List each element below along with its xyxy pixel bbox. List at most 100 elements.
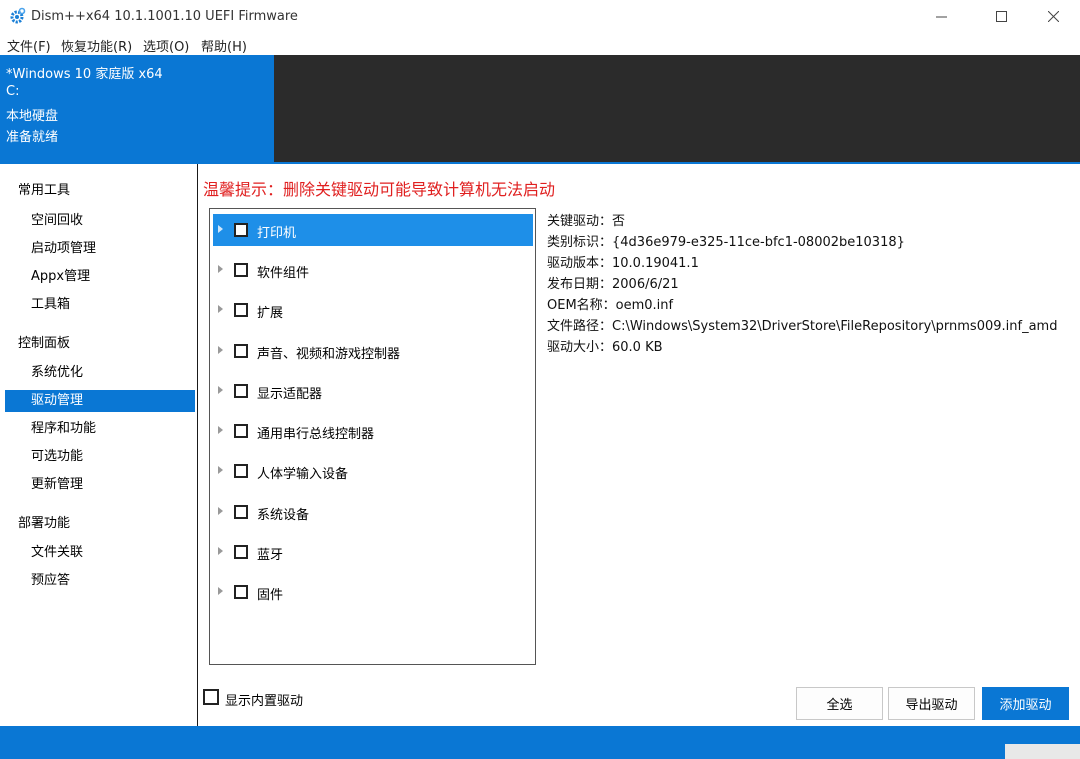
checkbox[interactable] — [234, 545, 248, 559]
tree-item-label: 通用串行总线控制器 — [257, 427, 375, 442]
checkbox[interactable] — [234, 424, 248, 438]
sidebar-item-label: 系统优化 — [31, 365, 84, 380]
minimize-button[interactable] — [918, 0, 964, 33]
tree-item-system-devices[interactable]: 系统设备 — [213, 496, 533, 528]
expand-arrow-icon[interactable] — [218, 587, 223, 595]
checkbox[interactable] — [234, 585, 248, 599]
sidebar-item-driver-management[interactable]: 驱动管理 — [5, 390, 195, 412]
checkbox[interactable] — [234, 223, 248, 237]
tree-item-software-components[interactable]: 软件组件 — [213, 254, 533, 286]
sidebar-item-toolbox[interactable]: 工具箱 — [5, 294, 195, 316]
select-all-button[interactable]: 全选 — [796, 687, 883, 720]
detail-critical: 关键驱动：否 — [547, 214, 626, 229]
window-title: Dism++x64 10.1.1001.10 UEFI Firmware — [31, 9, 298, 24]
sidebar-item-optional-features[interactable]: 可选功能 — [5, 446, 195, 468]
image-list-panel — [274, 55, 1080, 162]
menu-options[interactable]: 选项(O) — [143, 36, 189, 55]
gear-icon — [10, 7, 26, 24]
sidebar-item-appx[interactable]: Appx管理 — [5, 266, 195, 288]
close-icon — [1047, 11, 1059, 22]
expand-arrow-icon[interactable] — [218, 265, 223, 273]
expand-arrow-icon[interactable] — [218, 547, 223, 555]
detail-version: 驱动版本：10.0.19041.1 — [547, 256, 699, 271]
menu-bar: 文件(F) 恢复功能(R) 选项(O) 帮助(H) — [0, 33, 1080, 55]
driver-category-tree[interactable]: 打印机 软件组件 扩展 声音、视频和游戏控制器 显示适配器 通用串行总线控制器 … — [209, 208, 536, 665]
sidebar-item-label: 文件关联 — [31, 545, 84, 560]
tree-item-label: 人体学输入设备 — [257, 467, 349, 482]
checkbox[interactable] — [234, 384, 248, 398]
add-driver-button[interactable]: 添加驱动 — [982, 687, 1069, 720]
sidebar-item-label: 工具箱 — [31, 297, 71, 312]
sidebar-item-label: 驱动管理 — [31, 393, 84, 408]
expand-arrow-icon[interactable] — [218, 507, 223, 515]
tree-item-label: 声音、视频和游戏控制器 — [257, 347, 401, 362]
sidebar-item-system-optimize[interactable]: 系统优化 — [5, 362, 195, 384]
menu-recovery[interactable]: 恢复功能(R) — [61, 36, 132, 55]
status-bar — [0, 726, 1080, 759]
tree-item-extensions[interactable]: 扩展 — [213, 294, 533, 326]
sidebar-item-startup[interactable]: 启动项管理 — [5, 238, 195, 260]
tree-item-printer[interactable]: 打印机 — [213, 214, 533, 246]
group-common-tools: 常用工具 — [18, 183, 71, 198]
tree-item-usb-controllers[interactable]: 通用串行总线控制器 — [213, 415, 533, 447]
expand-arrow-icon[interactable] — [218, 225, 223, 233]
sidebar-item-file-association[interactable]: 文件关联 — [5, 542, 195, 564]
group-deployment: 部署功能 — [18, 516, 71, 531]
tree-item-label: 蓝牙 — [257, 548, 284, 563]
close-button[interactable] — [1030, 0, 1076, 33]
tree-item-label: 固件 — [257, 588, 284, 603]
sidebar-item-updates[interactable]: 更新管理 — [5, 474, 195, 496]
tree-item-label: 软件组件 — [257, 266, 310, 281]
sidebar-item-programs[interactable]: 程序和功能 — [5, 418, 195, 440]
sidebar-item-label: 更新管理 — [31, 477, 84, 492]
expand-arrow-icon[interactable] — [218, 426, 223, 434]
drive-letter: C: — [6, 84, 20, 99]
os-name: *Windows 10 家庭版 x64 — [6, 67, 163, 82]
checkbox[interactable] — [234, 344, 248, 358]
detail-file-path: 文件路径：C:\Windows\System32\DriverStore\Fil… — [547, 319, 1058, 334]
checkbox[interactable] — [234, 263, 248, 277]
resize-grip[interactable] — [1005, 744, 1080, 759]
expand-arrow-icon[interactable] — [218, 386, 223, 394]
warning-text: 温馨提示：删除关键驱动可能导致计算机无法启动 — [203, 180, 556, 199]
expand-arrow-icon[interactable] — [218, 305, 223, 313]
system-info-panel[interactable]: *Windows 10 家庭版 x64 C: 本地硬盘 准备就绪 — [0, 55, 274, 162]
sidebar-item-label: 空间回收 — [31, 213, 84, 228]
tree-item-hid[interactable]: 人体学输入设备 — [213, 455, 533, 487]
checkbox[interactable] — [234, 464, 248, 478]
tree-item-label: 系统设备 — [257, 508, 310, 523]
sidebar-item-label: 预应答 — [31, 573, 71, 588]
checkbox[interactable] — [203, 689, 219, 705]
tree-item-label: 显示适配器 — [257, 387, 323, 402]
export-drivers-button[interactable]: 导出驱动 — [888, 687, 975, 720]
tree-item-bluetooth[interactable]: 蓝牙 — [213, 536, 533, 568]
sidebar: 常用工具 空间回收 启动项管理 Appx管理 工具箱 控制面板 系统优化 驱动管… — [0, 164, 198, 726]
minimize-icon — [935, 16, 947, 18]
maximize-icon — [995, 11, 1007, 22]
status-text: 准备就绪 — [6, 130, 59, 145]
tree-item-sound-video-game[interactable]: 声音、视频和游戏控制器 — [213, 335, 533, 367]
checkbox[interactable] — [234, 505, 248, 519]
group-control-panel: 控制面板 — [18, 336, 71, 351]
detail-oem-name: OEM名称：oem0.inf — [547, 298, 674, 313]
detail-date: 发布日期：2006/6/21 — [547, 277, 679, 292]
sidebar-item-unattend[interactable]: 预应答 — [5, 570, 195, 592]
menu-file[interactable]: 文件(F) — [7, 36, 51, 55]
tree-item-label: 扩展 — [257, 306, 284, 321]
detail-size: 驱动大小：60.0 KB — [547, 340, 663, 355]
maximize-button[interactable] — [978, 0, 1024, 33]
checkbox[interactable] — [234, 303, 248, 317]
sidebar-item-label: 启动项管理 — [31, 241, 97, 256]
tree-item-firmware[interactable]: 固件 — [213, 576, 533, 608]
sidebar-item-label: Appx管理 — [31, 269, 91, 284]
expand-arrow-icon[interactable] — [218, 466, 223, 474]
sidebar-item-label: 可选功能 — [31, 449, 84, 464]
tree-item-display-adapters[interactable]: 显示适配器 — [213, 375, 533, 407]
sidebar-item-space-cleanup[interactable]: 空间回收 — [5, 210, 195, 232]
expand-arrow-icon[interactable] — [218, 346, 223, 354]
menu-help[interactable]: 帮助(H) — [201, 36, 247, 55]
disk-type: 本地硬盘 — [6, 109, 59, 124]
sidebar-item-label: 程序和功能 — [31, 421, 97, 436]
tree-item-label: 打印机 — [257, 226, 297, 241]
show-builtin-label: 显示内置驱动 — [225, 694, 304, 709]
